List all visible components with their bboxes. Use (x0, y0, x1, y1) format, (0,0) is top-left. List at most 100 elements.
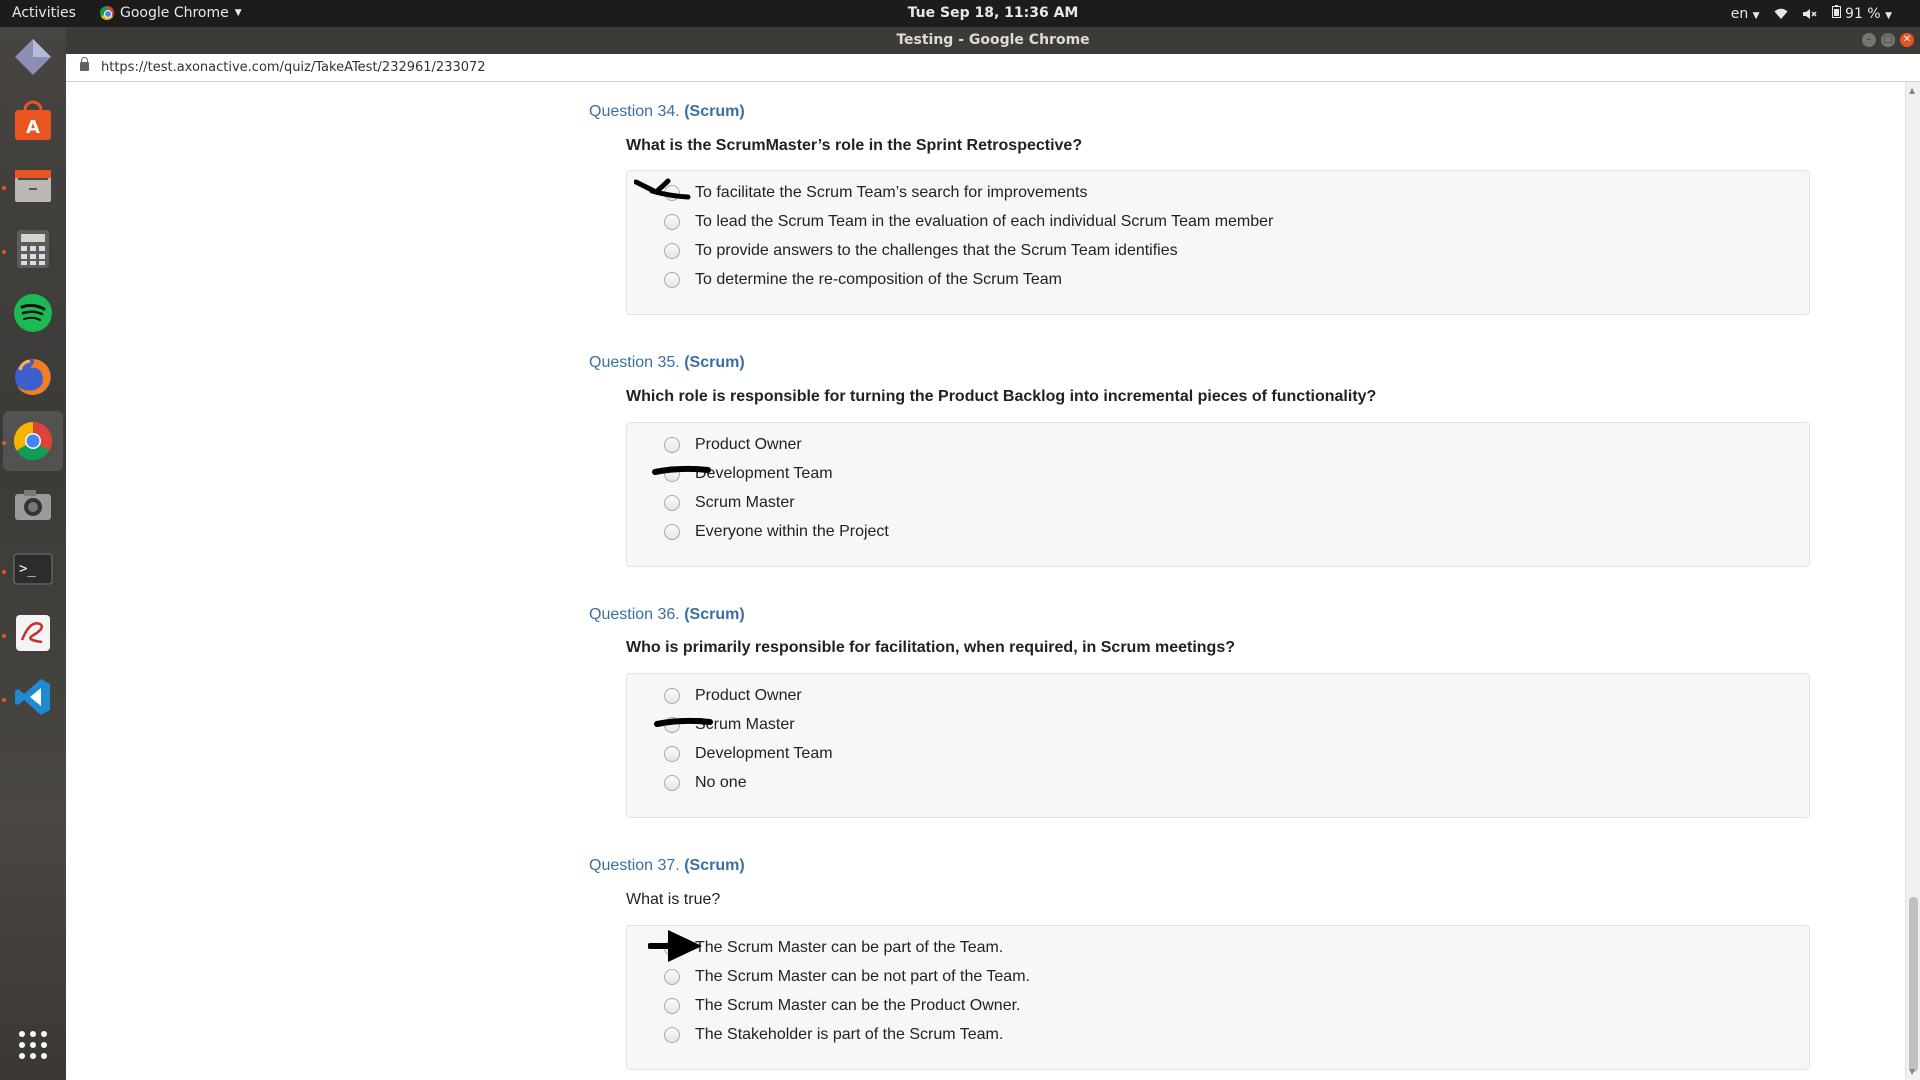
question-category[interactable]: (Scrum) (684, 103, 744, 120)
option-label[interactable]: Development Team (695, 745, 833, 763)
option-label[interactable]: To facilitate the Scrum Team’s search fo… (695, 184, 1087, 202)
address-bar[interactable]: https://test.axonactive.com/quiz/TakeATe… (66, 54, 1920, 82)
option-label[interactable]: The Stakeholder is part of the Scrum Tea… (695, 1026, 1003, 1044)
language-label: en (1730, 5, 1749, 22)
maximize-icon[interactable]: □ (1881, 33, 1895, 47)
camera-icon[interactable] (9, 481, 57, 529)
scrollbar-thumb[interactable] (1909, 897, 1918, 1072)
question-text: What is the ScrumMaster’s role in the Sp… (626, 137, 1083, 154)
question-text: What is true? (626, 891, 721, 908)
answer-option[interactable]: The Stakeholder is part of the Scrum Tea… (627, 1023, 1807, 1047)
answer-option[interactable]: The Scrum Master can be the Product Owne… (627, 994, 1807, 1018)
gnome-top-bar: Activities Google Chrome ▼ Tue Sep 18, 1… (0, 0, 1920, 27)
option-label[interactable]: Product Owner (695, 436, 802, 454)
chrome-icon[interactable] (3, 411, 63, 471)
radio-button[interactable] (664, 746, 680, 762)
answer-option[interactable]: To provide answers to the challenges tha… (627, 239, 1807, 263)
window-title-bar[interactable]: Testing - Google Chrome – □ ✕ (66, 27, 1920, 54)
running-indicator (2, 250, 6, 254)
scroll-up-arrow-icon[interactable]: ▲ (1909, 86, 1915, 95)
radio-button[interactable] (664, 969, 680, 985)
answer-option[interactable]: Scrum Master (627, 491, 1807, 515)
answer-option[interactable]: Development Team (627, 742, 1807, 766)
close-icon[interactable]: ✕ (1900, 33, 1914, 47)
radio-button[interactable] (664, 775, 680, 791)
radio-button[interactable] (664, 272, 680, 288)
question-category[interactable]: (Scrum) (684, 606, 744, 623)
diamond-app-icon[interactable] (9, 33, 57, 81)
radio-button[interactable] (664, 688, 680, 704)
option-label[interactable]: Scrum Master (695, 494, 795, 512)
answer-option[interactable]: Scrum Master (627, 713, 1807, 737)
radio-button[interactable] (664, 998, 680, 1014)
option-label[interactable]: Everyone within the Project (695, 523, 889, 541)
question-number: Question 37. (589, 857, 680, 874)
answer-option[interactable]: No one (627, 771, 1807, 795)
answer-option[interactable]: Product Owner (627, 433, 1807, 457)
option-label[interactable]: No one (695, 774, 747, 792)
answer-option[interactable]: Product Owner (627, 684, 1807, 708)
option-label[interactable]: To lead the Scrum Team in the evaluation… (695, 213, 1273, 231)
answer-options: Product Owner Development Team Scrum Mas… (626, 422, 1810, 567)
page-scrollbar[interactable]: ▲ ▼ (1905, 82, 1920, 1080)
running-indicator (2, 441, 6, 445)
battery-indicator: 91 % ▼ (1831, 5, 1892, 22)
question-category[interactable]: (Scrum) (684, 354, 744, 371)
option-label[interactable]: The Scrum Master can be part of the Team… (695, 939, 1003, 957)
show-apps-icon[interactable] (9, 1021, 57, 1069)
answer-options: To facilitate the Scrum Team’s search fo… (626, 170, 1810, 315)
radio-button[interactable] (664, 1027, 680, 1043)
system-tray[interactable]: en ▼ 91 % ▼ (1731, 5, 1892, 22)
radio-button[interactable] (664, 243, 680, 259)
answer-option[interactable]: To lead the Scrum Team in the evaluation… (627, 210, 1807, 234)
radio-button[interactable] (664, 214, 680, 230)
option-label[interactable]: Product Owner (695, 687, 802, 705)
option-label[interactable]: The Scrum Master can be not part of the … (695, 968, 1030, 986)
option-label[interactable]: To provide answers to the challenges tha… (695, 242, 1178, 260)
question-heading: Question 36. (Scrum) (589, 606, 745, 624)
question-category[interactable]: (Scrum) (684, 857, 744, 874)
firefox-icon[interactable] (9, 353, 57, 401)
wifi-icon (1774, 8, 1788, 19)
answer-option[interactable]: The Scrum Master can be not part of the … (627, 965, 1807, 989)
running-indicator (2, 570, 6, 574)
answer-options: The Scrum Master can be part of the Team… (626, 925, 1810, 1070)
lock-icon[interactable] (80, 57, 89, 71)
question-number: Question 35. (589, 354, 680, 371)
evince-icon[interactable] (9, 609, 57, 657)
scroll-down-arrow-icon[interactable]: ▼ (1909, 1067, 1915, 1076)
option-label[interactable]: Development Team (695, 465, 833, 483)
strike-scribble-icon (654, 717, 713, 727)
svg-text:A: A (26, 117, 40, 138)
answer-option[interactable]: To facilitate the Scrum Team’s search fo… (627, 181, 1807, 205)
question-heading: Question 34. (Scrum) (589, 103, 745, 121)
calculator-icon[interactable] (9, 225, 57, 273)
running-indicator (2, 698, 6, 702)
vscode-icon[interactable] (9, 673, 57, 721)
clock[interactable]: Tue Sep 18, 11:36 AM (0, 5, 1920, 21)
url-text[interactable]: https://test.axonactive.com/quiz/TakeATe… (101, 60, 486, 75)
answer-option[interactable]: Everyone within the Project (627, 520, 1807, 544)
radio-button[interactable] (664, 524, 680, 540)
battery-percent: 91 % (1845, 6, 1881, 22)
answer-option[interactable]: To determine the re-composition of the S… (627, 268, 1807, 292)
checkmark-scribble-icon (634, 178, 691, 200)
strike-scribble-icon (652, 465, 711, 475)
software-center-icon[interactable]: A (9, 97, 57, 145)
keyboard-layout[interactable]: en ▼ (1731, 6, 1760, 22)
question-text: Who is primarily responsible for facilit… (626, 639, 1235, 656)
terminal-icon[interactable]: >_ (9, 545, 57, 593)
question-heading: Question 37. (Scrum) (589, 857, 745, 875)
svg-text:>_: >_ (19, 561, 36, 577)
option-label[interactable]: The Scrum Master can be the Product Owne… (695, 997, 1020, 1015)
quiz-page: Question 34. (Scrum) What is the ScrumMa… (66, 82, 1905, 1080)
minimize-icon[interactable]: – (1862, 33, 1876, 47)
radio-button[interactable] (664, 495, 680, 511)
files-icon[interactable] (9, 161, 57, 209)
spotify-icon[interactable] (9, 289, 57, 337)
radio-button[interactable] (664, 437, 680, 453)
question-number: Question 36. (589, 606, 680, 623)
answer-option[interactable]: Development Team (627, 462, 1807, 486)
answer-option[interactable]: The Scrum Master can be part of the Team… (627, 936, 1807, 960)
option-label[interactable]: To determine the re-composition of the S… (695, 271, 1062, 289)
